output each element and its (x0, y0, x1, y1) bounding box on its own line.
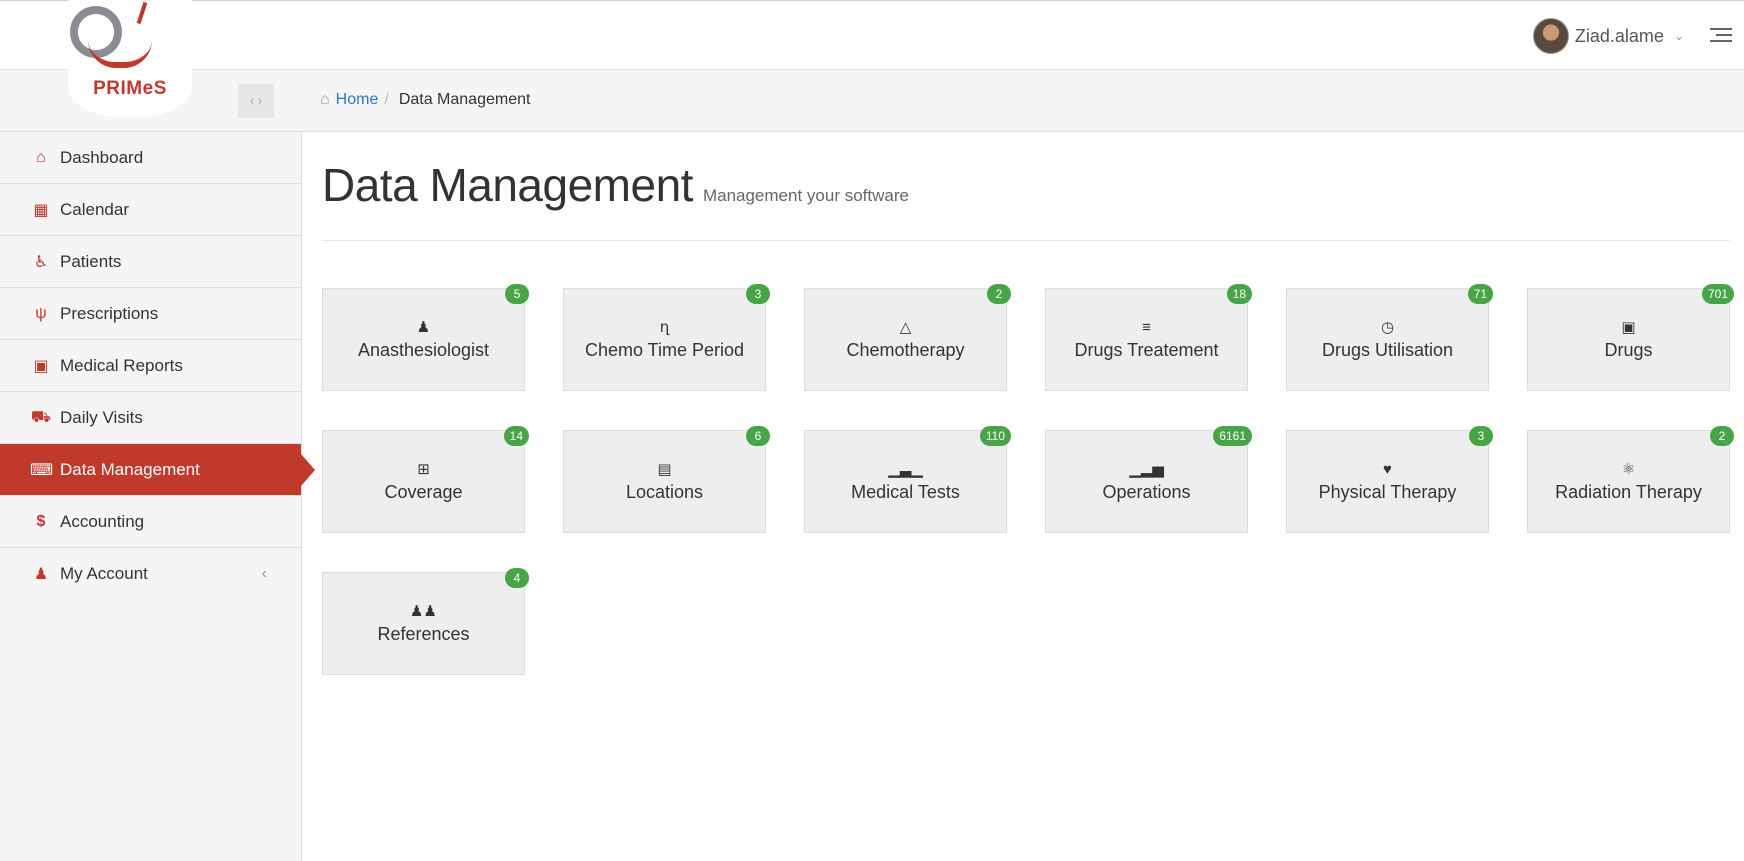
user-menu[interactable]: Ziad.alame ⌄ (1532, 18, 1684, 54)
sidebar-item-label: My Account (60, 564, 148, 583)
atom-icon: ⚛ (1621, 461, 1636, 478)
ambulance-icon: ⛟ (30, 408, 52, 426)
breadcrumb-separator: / (384, 91, 389, 108)
count-badge: 3 (746, 284, 770, 304)
user-icon: ♟ (33, 566, 49, 583)
tile-label: Radiation Therapy (1555, 482, 1702, 502)
logo[interactable]: PRIMeS (0, 0, 302, 132)
count-badge: 3 (1469, 426, 1493, 446)
tile-label: Operations (1102, 482, 1191, 502)
divider (322, 240, 1730, 241)
chevron-left-icon[interactable]: ‹ (262, 565, 267, 583)
sidebar: ⌂ Dashboard ▦ Calendar ♿ Patients ψ Pres… (0, 132, 315, 861)
sidebar-item-label: Calendar (60, 199, 129, 219)
tile-label: References (377, 624, 470, 644)
tile-locations[interactable]: 6 ▤ Locations (563, 426, 770, 533)
home-icon: ⌂ (320, 91, 330, 108)
tile-label: Chemotherapy (846, 340, 965, 360)
count-badge: 2 (1710, 426, 1734, 446)
hospital-icon: ▣ (33, 357, 49, 375)
users-icon: ♟♟ (410, 603, 437, 620)
sidebar-item-prescriptions[interactable]: ψ Prescriptions (0, 288, 301, 340)
breadcrumb: ⌂ Home / Data Management (320, 91, 530, 109)
tile-label: Locations (625, 482, 704, 502)
medkit-icon: ▣ (1621, 319, 1636, 336)
count-badge: 71 (1467, 284, 1493, 304)
avatar[interactable] (1532, 18, 1569, 54)
main-content: Data Management Management your software… (322, 132, 1734, 675)
count-badge: 18 (1226, 284, 1252, 304)
tile-drugs[interactable]: 701 ▣ Drugs (1527, 284, 1734, 391)
sidebar-item-label: Patients (60, 251, 122, 271)
tile-operations[interactable]: 6161 ▁▂▅ Operations (1045, 426, 1252, 533)
breadcrumb-home-link[interactable]: Home (336, 91, 379, 109)
tile-label: Physical Therapy (1318, 482, 1457, 502)
time-period-icon: ղ (659, 319, 670, 336)
tile-chemo-time-period[interactable]: 3 ղ Chemo Time Period (563, 284, 770, 391)
page-header: Data Management Management your software (322, 158, 1730, 212)
tile-physical-therapy[interactable]: 3 ♥ Physical Therapy (1286, 426, 1493, 533)
bar-chart-icon: ▁▃▁ (888, 461, 923, 478)
home-icon: ⌂ (36, 148, 46, 166)
tile-medical-tests[interactable]: 110 ▁▃▁ Medical Tests (804, 426, 1011, 533)
tile-drugs-treatement[interactable]: 18 ≡ Drugs Treatement (1045, 284, 1252, 391)
tile-label: Anasthesiologist (357, 340, 490, 360)
menu-toggle-icon[interactable] (1710, 28, 1732, 44)
sidebar-item-label: Accounting (60, 511, 145, 531)
breadcrumb-current: Data Management (398, 91, 531, 108)
logo-text: PRIMeS (93, 78, 167, 99)
building-icon: ▤ (657, 461, 672, 478)
sidebar-item-patients[interactable]: ♿ Patients (0, 236, 301, 288)
wheelchair-icon: ♿ (33, 253, 49, 271)
sidebar-item-label: Prescriptions (60, 303, 159, 323)
sidebar-item-label: Data Management (60, 459, 200, 479)
clock-icon: ◷ (1380, 319, 1395, 336)
tile-label: Drugs Treatement (1074, 340, 1219, 360)
count-badge: 701 (1701, 284, 1734, 304)
heart-icon: ♥ (1383, 461, 1392, 478)
sidebar-item-medical-reports[interactable]: ▣ Medical Reports (0, 340, 301, 392)
sidebar-item-daily-visits[interactable]: ⛟ Daily Visits (0, 392, 301, 444)
signal-icon: ▁▂▅ (1129, 461, 1164, 478)
tile-anasthesiologist[interactable]: 5 ♟ Anasthesiologist (322, 284, 529, 391)
tile-chemotherapy[interactable]: 2 △ Chemotherapy (804, 284, 1011, 391)
tile-coverage[interactable]: 14 ⊞ Coverage (322, 426, 529, 533)
count-badge: 6161 (1213, 426, 1252, 446)
count-badge: 110 (979, 426, 1011, 446)
tile-drugs-utilisation[interactable]: 71 ◷ Drugs Utilisation (1286, 284, 1493, 391)
tile-label: Chemo Time Period (584, 340, 745, 360)
sidebar-item-label: Daily Visits (60, 407, 143, 427)
tile-references[interactable]: 4 ♟♟ References (322, 568, 529, 675)
page-title: Data Management (322, 159, 693, 211)
sidebar-item-my-account[interactable]: ♟ My Account ‹ (0, 548, 301, 600)
keyboard-icon: ⌨ (30, 461, 54, 479)
tile-label: Coverage (384, 482, 463, 502)
dollar-icon: $ (36, 512, 46, 530)
tile-label: Drugs Utilisation (1321, 340, 1454, 360)
sidebar-item-label: Dashboard (60, 147, 144, 167)
count-badge: 5 (505, 284, 529, 304)
plus-square-icon: ⊞ (417, 461, 430, 478)
count-badge: 14 (503, 426, 529, 446)
username[interactable]: Ziad.alame (1575, 26, 1664, 47)
list-icon: ≡ (1142, 319, 1151, 336)
sidebar-item-accounting[interactable]: $ Accounting (0, 496, 301, 548)
chevron-down-icon[interactable]: ⌄ (1674, 29, 1684, 43)
sidebar-item-dashboard[interactable]: ⌂ Dashboard (0, 132, 301, 184)
count-badge: 2 (987, 284, 1011, 304)
count-badge: 4 (505, 568, 529, 588)
sidebar-item-data-management[interactable]: ⌨ Data Management (0, 444, 315, 496)
sidebar-item-calendar[interactable]: ▦ Calendar (0, 184, 301, 236)
tile-radiation-therapy[interactable]: 2 ⚛ Radiation Therapy (1527, 426, 1734, 533)
page-subtitle: Management your software (702, 186, 909, 205)
stethoscope-icon: ψ (35, 304, 47, 322)
sidebar-item-label: Medical Reports (60, 355, 183, 375)
user-md-icon: ♟ (416, 319, 431, 336)
count-badge: 6 (746, 426, 770, 446)
calendar-icon: ▦ (33, 201, 49, 219)
tile-label: Medical Tests (851, 482, 960, 502)
tile-label: Drugs (1604, 340, 1653, 360)
flask-icon: △ (899, 319, 912, 336)
